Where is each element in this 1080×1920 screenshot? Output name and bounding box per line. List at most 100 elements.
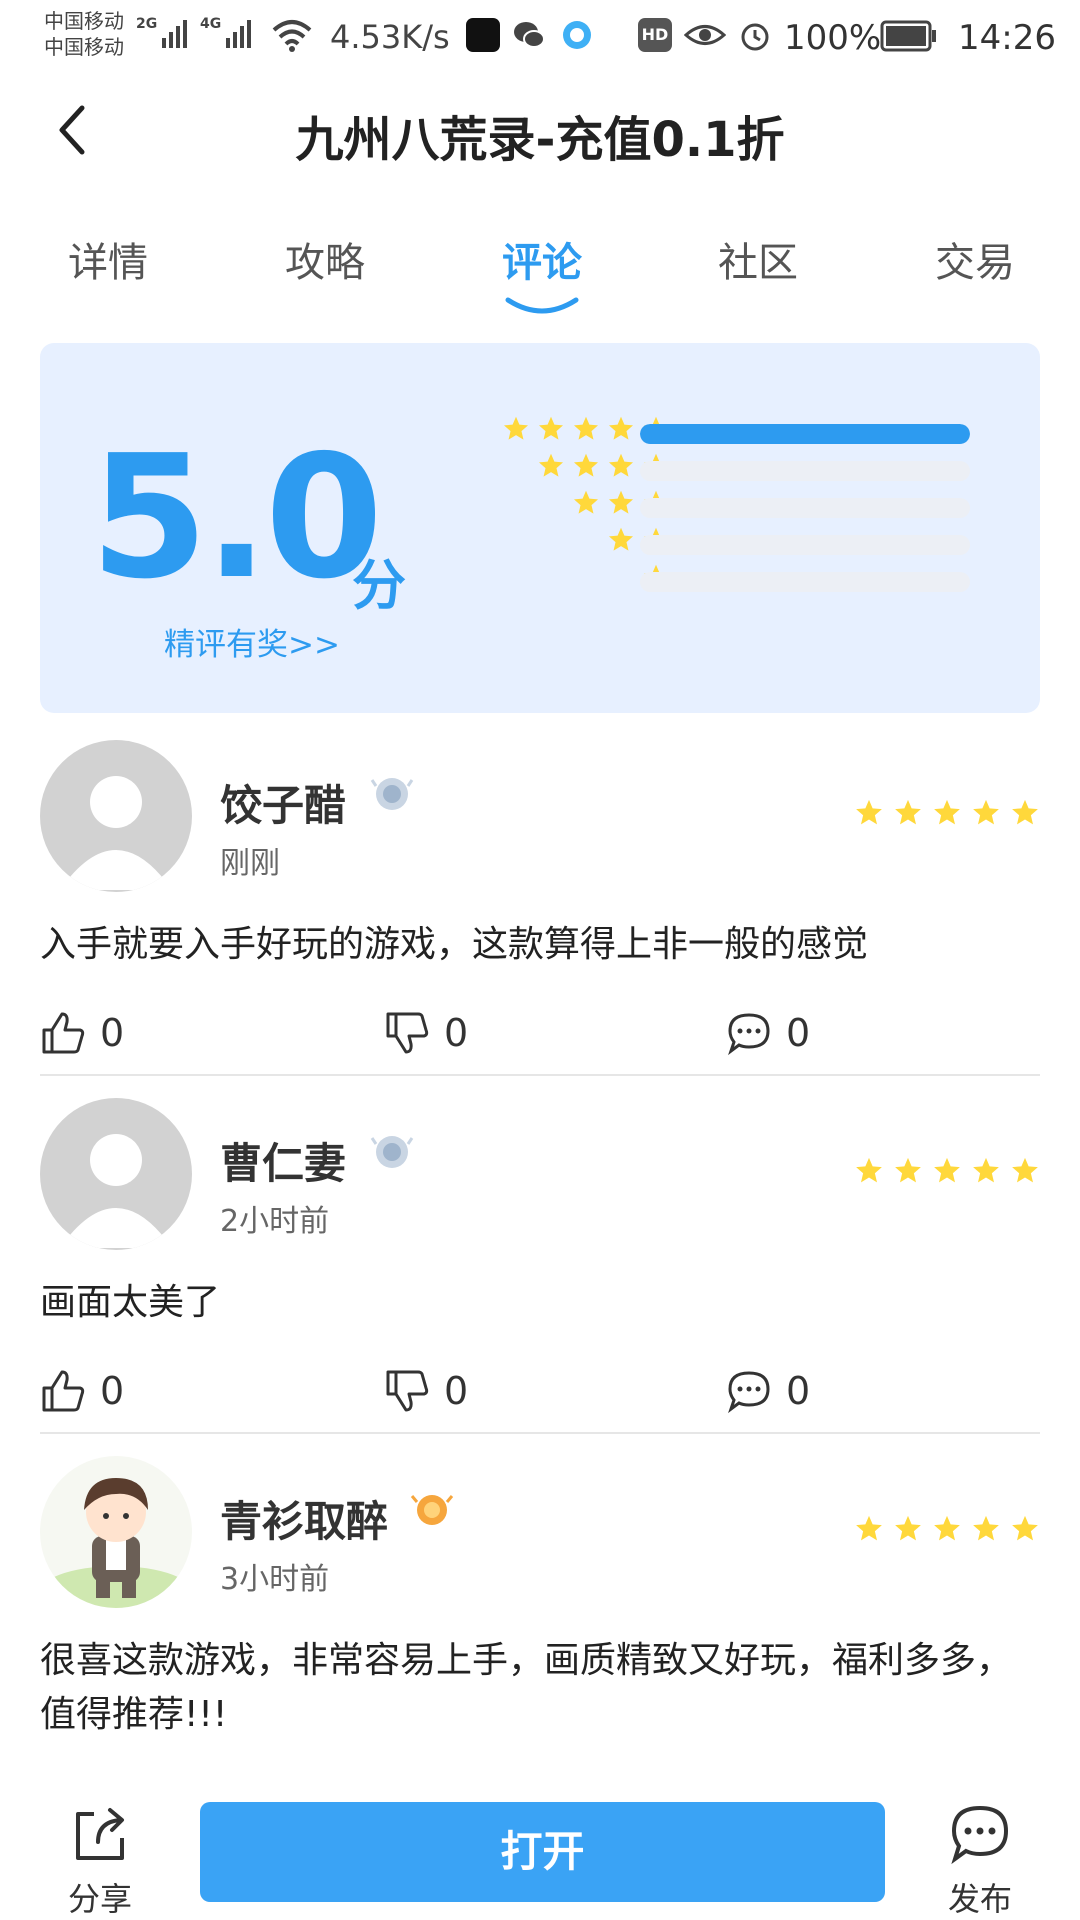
review-actions: 0 0 0 bbox=[40, 1008, 1040, 1058]
post-button[interactable]: 发布 bbox=[940, 1802, 1020, 1920]
distribution-bar-fill bbox=[640, 424, 970, 444]
username[interactable]: 青衫取醉 bbox=[220, 1488, 388, 1549]
dislike-count: 0 bbox=[444, 1369, 469, 1413]
star-icon bbox=[856, 1515, 882, 1541]
tab-trade[interactable]: 交易 bbox=[895, 230, 1055, 288]
comment-icon bbox=[728, 1371, 770, 1414]
tab-label: 评论 bbox=[502, 240, 582, 286]
dislike-button[interactable]: 0 bbox=[384, 1008, 468, 1058]
star-icon bbox=[1012, 1515, 1038, 1541]
share-label: 分享 bbox=[67, 1880, 132, 1918]
thumbs-down-icon bbox=[386, 1012, 429, 1054]
avatar[interactable] bbox=[40, 740, 192, 892]
tab-bar: 详情 攻略 评论 社区 交易 bbox=[0, 230, 1080, 314]
wifi-icon bbox=[272, 20, 312, 52]
distribution-bar bbox=[640, 572, 970, 592]
comment-icon bbox=[728, 1013, 770, 1056]
like-count: 0 bbox=[100, 1369, 125, 1413]
signal-2g-icon: 2G bbox=[136, 16, 187, 48]
star-icon bbox=[973, 799, 999, 825]
avatar[interactable] bbox=[40, 1456, 192, 1608]
review-time: 3小时前 bbox=[220, 1562, 330, 1597]
review-text: 入手就要入手好玩的游戏，这款算得上非一般的感觉 bbox=[40, 924, 869, 965]
star-icon bbox=[538, 416, 564, 440]
review-star-rating bbox=[854, 798, 1040, 828]
review-reward-link[interactable]: 精评有奖>> bbox=[164, 619, 340, 664]
tab-community[interactable]: 社区 bbox=[678, 230, 838, 288]
review-actions: 0 0 0 bbox=[40, 1366, 1040, 1416]
star-icon bbox=[934, 799, 960, 825]
comment-bubble-icon bbox=[951, 1805, 1009, 1865]
username[interactable]: 曹仁妻 bbox=[220, 1130, 346, 1191]
distribution-bar bbox=[640, 424, 970, 444]
status-bar: 中国移动 中国移动 2G 4G 4.53K/s HD 100% 14:26 bbox=[0, 0, 1080, 78]
review-text: 很喜这款游戏，非常容易上手，画质精致又好玩，福利多多，值得推荐!!! bbox=[40, 1640, 1013, 1735]
dislike-count: 0 bbox=[444, 1011, 469, 1055]
level-badge-icon bbox=[370, 778, 414, 810]
signal-4g-icon: 4G bbox=[200, 16, 251, 48]
distribution-row-5-star bbox=[440, 415, 1010, 451]
tab-guides[interactable]: 攻略 bbox=[245, 230, 405, 288]
like-button[interactable]: 0 bbox=[40, 1008, 124, 1058]
star-icon bbox=[856, 799, 882, 825]
star-icon bbox=[573, 453, 599, 477]
distribution-bar bbox=[640, 535, 970, 555]
star-icon bbox=[934, 1515, 960, 1541]
comment-button[interactable]: 0 bbox=[726, 1366, 810, 1416]
tab-reviews[interactable]: 评论 bbox=[462, 230, 622, 314]
wechat-icon bbox=[514, 22, 545, 48]
level-badge-icon bbox=[410, 1495, 454, 1525]
star-icon bbox=[895, 1515, 921, 1541]
review-time: 刚刚 bbox=[220, 846, 280, 881]
thumbs-down-icon bbox=[386, 1370, 429, 1412]
tab-label: 攻略 bbox=[285, 240, 365, 286]
star-icon bbox=[856, 1157, 882, 1183]
star-icon bbox=[608, 453, 634, 477]
browser-icon bbox=[563, 21, 591, 49]
star-icon bbox=[573, 416, 599, 440]
average-score: 5.0 bbox=[90, 419, 383, 617]
comment-count: 0 bbox=[786, 1369, 811, 1413]
distribution-bar bbox=[640, 461, 970, 481]
carrier-1: 中国移动 bbox=[44, 9, 124, 33]
star-icon bbox=[503, 416, 529, 440]
star-icon bbox=[973, 1157, 999, 1183]
username[interactable]: 饺子醋 bbox=[220, 772, 346, 833]
eye-icon bbox=[684, 25, 726, 45]
like-count: 0 bbox=[100, 1011, 125, 1055]
review-star-rating bbox=[854, 1514, 1040, 1544]
battery-icon bbox=[880, 20, 936, 52]
avatar[interactable] bbox=[40, 1098, 192, 1250]
star-icon bbox=[573, 490, 599, 514]
page-title: 九州八荒录-充值0.1折 bbox=[295, 112, 785, 168]
battery-percent: 100% bbox=[784, 18, 882, 58]
share-button[interactable]: 分享 bbox=[60, 1802, 140, 1920]
comment-count: 0 bbox=[786, 1011, 811, 1055]
star-icon bbox=[1012, 1157, 1038, 1183]
tab-label: 社区 bbox=[718, 240, 798, 286]
distribution-row-1-star bbox=[440, 563, 1010, 599]
svg-text:4G: 4G bbox=[200, 16, 221, 32]
star-icon bbox=[608, 527, 634, 551]
bottom-action-bar: 分享 打开 发布 bbox=[0, 1772, 1080, 1920]
rating-summary-card: 5.0 分 精评有奖>> bbox=[40, 343, 1040, 713]
tiktok-icon bbox=[466, 18, 500, 52]
star-icon bbox=[895, 1157, 921, 1183]
star-icon bbox=[934, 1157, 960, 1183]
dislike-button[interactable]: 0 bbox=[384, 1366, 468, 1416]
star-icon bbox=[973, 1515, 999, 1541]
thumbs-up-icon bbox=[42, 1370, 85, 1412]
review-text: 画面太美了 bbox=[40, 1282, 221, 1323]
thumbs-up-icon bbox=[42, 1012, 85, 1054]
open-button[interactable]: 打开 bbox=[200, 1802, 885, 1902]
star-icon bbox=[608, 416, 634, 440]
distribution-row-4-star bbox=[440, 452, 1010, 488]
review-star-rating bbox=[854, 1156, 1040, 1186]
svg-text:2G: 2G bbox=[136, 16, 157, 32]
comment-button[interactable]: 0 bbox=[726, 1008, 810, 1058]
distribution-row-2-star bbox=[440, 526, 1010, 562]
like-button[interactable]: 0 bbox=[40, 1366, 124, 1416]
tab-details[interactable]: 详情 bbox=[28, 230, 188, 288]
distribution-bar bbox=[640, 498, 970, 518]
star-icon bbox=[895, 799, 921, 825]
